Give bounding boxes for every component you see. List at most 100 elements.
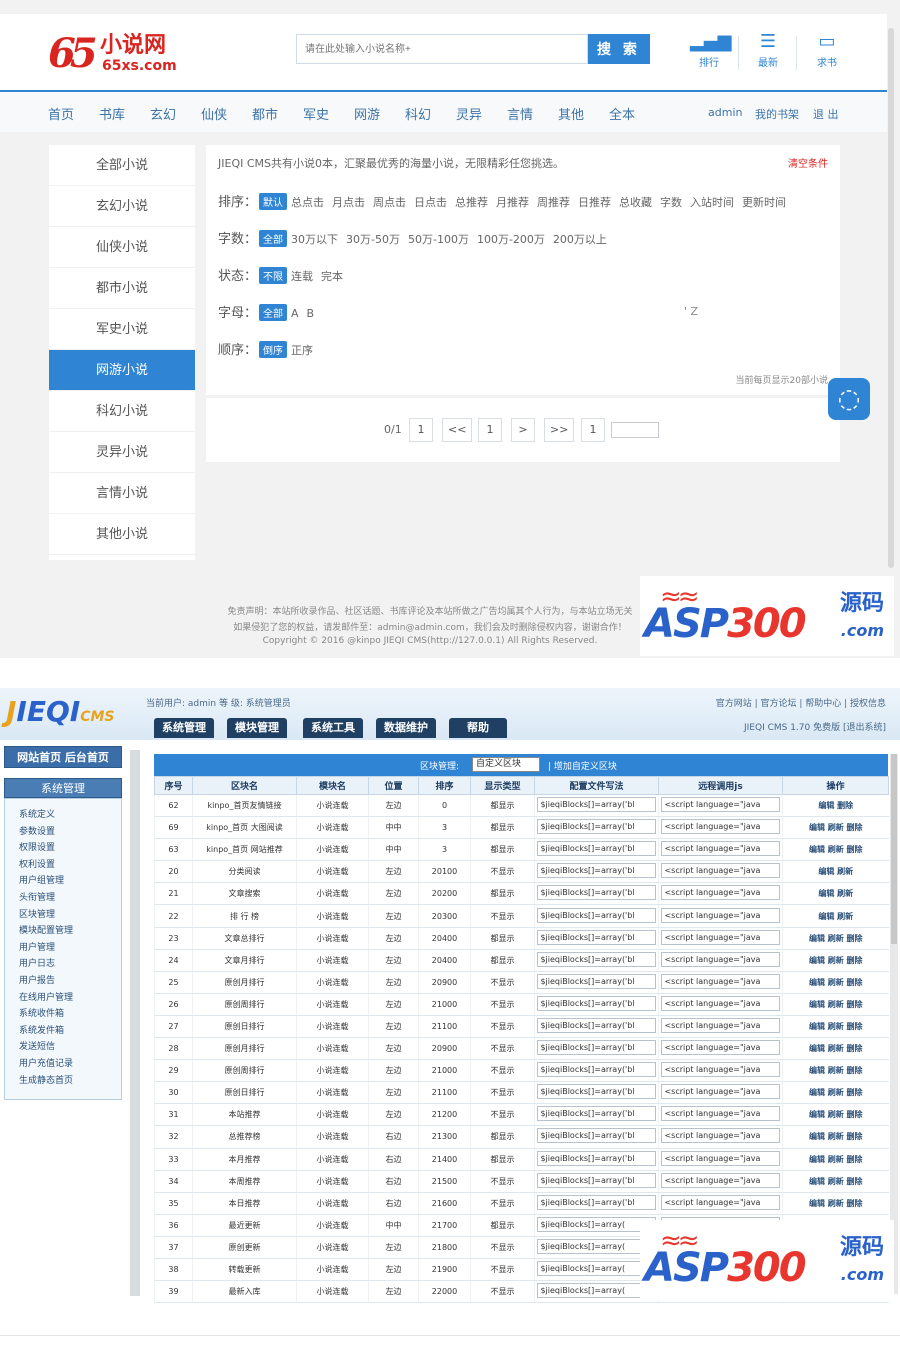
category-item[interactable]: 全部小说 — [49, 145, 195, 186]
remote-js-field[interactable]: <script language="java — [661, 797, 780, 813]
row-actions[interactable]: 编辑 刷新 删除 — [809, 823, 863, 832]
site-logo[interactable]: 65 小说网 65xs.com — [48, 32, 188, 76]
filter-option[interactable]: 完本 — [321, 270, 343, 283]
row-actions[interactable]: 编辑 刷新 — [818, 889, 853, 898]
header-rank-link[interactable]: ▂▄▆ 排行 — [690, 30, 732, 74]
filter-option[interactable]: 日点击 — [414, 196, 447, 209]
block-type-select[interactable]: 自定义区块 — [472, 757, 540, 772]
filter-option[interactable]: 正序 — [291, 344, 313, 357]
nav-library[interactable]: 书库 — [99, 104, 125, 123]
category-item-active[interactable]: 网游小说 — [49, 350, 195, 391]
remote-js-field[interactable]: <script language="java — [661, 1128, 780, 1144]
category-item[interactable]: 仙侠小说 — [49, 227, 195, 268]
row-actions[interactable]: 编辑 刷新 删除 — [809, 1177, 863, 1186]
nav-xuanhuan[interactable]: 玄幻 — [150, 104, 176, 123]
filter-option[interactable]: 30万以下 — [291, 233, 338, 246]
row-actions[interactable]: 编辑 刷新 删除 — [809, 1132, 863, 1141]
tab-help[interactable]: 帮助 — [449, 718, 507, 738]
config-code-field[interactable]: $jieqiBlocks[]=array('bl — [537, 863, 656, 879]
nav-kehuan[interactable]: 科幻 — [405, 104, 431, 123]
nav-logout[interactable]: 退 出 — [813, 106, 839, 122]
nav-user[interactable]: admin — [708, 106, 742, 119]
remote-js-field[interactable]: <script language="java — [661, 929, 780, 945]
left-menu-item[interactable]: 用户管理 — [19, 940, 55, 953]
remote-js-field[interactable]: <script language="java — [661, 1150, 780, 1166]
row-actions[interactable]: 编辑 删除 — [818, 801, 853, 810]
row-actions[interactable]: 编辑 刷新 删除 — [809, 1022, 863, 1031]
filter-option[interactable]: 月推荐 — [496, 196, 529, 209]
filter-option[interactable]: 更新时间 — [742, 196, 786, 209]
remote-js-field[interactable]: <script language="java — [661, 973, 780, 989]
filter-option[interactable]: 周推荐 — [537, 196, 570, 209]
remote-js-field[interactable]: <script language="java — [661, 951, 780, 967]
config-code-field[interactable]: $jieqiBlocks[]=array('bl — [537, 973, 656, 989]
left-menu-item[interactable]: 用户报告 — [19, 973, 55, 986]
nav-other[interactable]: 其他 — [558, 104, 584, 123]
filter-option[interactable]: 日推荐 — [578, 196, 611, 209]
tab-modules[interactable]: 模块管理 — [227, 718, 287, 738]
remote-js-field[interactable]: <script language="java — [661, 819, 780, 835]
config-code-field[interactable]: $jieqiBlocks[]=array('bl — [537, 1062, 656, 1078]
config-code-field[interactable]: $jieqiBlocks[]=array('bl — [537, 885, 656, 901]
row-actions[interactable]: 编辑 刷新 删除 — [809, 934, 863, 943]
nav-wangyou[interactable]: 网游 — [354, 104, 380, 123]
row-actions[interactable]: 编辑 刷新 删除 — [809, 1110, 863, 1119]
left-menu-item[interactable]: 发送短信 — [19, 1039, 55, 1052]
nav-dushi[interactable]: 都市 — [252, 104, 278, 123]
config-code-field[interactable]: $jieqiBlocks[]=array('bl — [537, 1040, 656, 1056]
row-actions[interactable]: 编辑 刷新 删除 — [809, 1155, 863, 1164]
remote-js-field[interactable]: <script language="java — [661, 1172, 780, 1188]
config-code-field[interactable]: $jieqiBlocks[]=array('bl — [537, 841, 656, 857]
scrollbar[interactable] — [890, 754, 898, 1294]
left-top-links[interactable]: 网站首页 后台首页 — [4, 746, 122, 768]
filter-option[interactable]: 周点击 — [373, 196, 406, 209]
filter-option[interactable]: 总点击 — [291, 196, 324, 209]
category-item[interactable]: 灵异小说 — [49, 432, 195, 473]
left-menu-item[interactable]: 生成静态首页 — [19, 1073, 73, 1086]
left-group-header[interactable]: 系统管理 — [4, 778, 122, 798]
config-code-field[interactable]: $jieqiBlocks[]=array('bl — [537, 1172, 656, 1188]
frame-splitter[interactable] — [130, 750, 140, 1296]
nav-lingyi[interactable]: 灵异 — [456, 104, 482, 123]
row-actions[interactable]: 编辑 刷新 删除 — [809, 978, 863, 987]
row-actions[interactable]: 编辑 刷新 — [818, 867, 853, 876]
row-actions[interactable]: 编辑 刷新 删除 — [809, 1088, 863, 1097]
remote-js-field[interactable]: <script language="java — [661, 1084, 780, 1100]
admin-links[interactable]: 官方网站 | 官方论坛 | 帮助中心 | 授权信息 — [716, 696, 886, 709]
filter-option[interactable]: 50万-100万 — [408, 233, 469, 246]
config-code-field[interactable]: $jieqiBlocks[]=array('bl — [537, 819, 656, 835]
category-item[interactable]: 军史小说 — [49, 309, 195, 350]
filter-selected[interactable]: 全部 — [259, 230, 288, 247]
left-menu-item[interactable]: 权限设置 — [19, 840, 55, 853]
search-input[interactable] — [296, 34, 588, 64]
left-menu-item[interactable]: 用户日志 — [19, 956, 55, 969]
config-code-field[interactable]: $jieqiBlocks[]=array( — [537, 1216, 656, 1232]
last-page-button[interactable]: >> — [544, 418, 575, 442]
scrollbar[interactable] — [888, 28, 894, 568]
filter-option[interactable]: B — [307, 307, 315, 320]
left-menu-item[interactable]: 系统收件箱 — [19, 1006, 64, 1019]
filter-option[interactable]: 总收藏 — [619, 196, 652, 209]
config-code-field[interactable]: $jieqiBlocks[]=array( — [537, 1238, 656, 1254]
config-code-field[interactable]: $jieqiBlocks[]=array('bl — [537, 1084, 656, 1100]
nav-junshi[interactable]: 军史 — [303, 104, 329, 123]
goto-page-button[interactable]: 1 — [581, 418, 605, 442]
category-item[interactable]: 都市小说 — [49, 268, 195, 309]
row-actions[interactable]: 编辑 刷新 删除 — [809, 1066, 863, 1075]
tab-system[interactable]: 系统管理 — [154, 718, 214, 738]
tab-tools[interactable]: 系统工具 — [303, 718, 363, 738]
letter-z-option[interactable]: ' Z — [684, 305, 698, 318]
category-item[interactable]: 玄幻小说 — [49, 186, 195, 227]
nav-home[interactable]: 首页 — [48, 104, 74, 123]
row-actions[interactable]: 编辑 刷新 删除 — [809, 1199, 863, 1208]
row-actions[interactable]: 编辑 刷新 — [818, 912, 853, 921]
filter-option[interactable]: 月点击 — [332, 196, 365, 209]
left-menu-item[interactable]: 头衔管理 — [19, 890, 55, 903]
remote-js-field[interactable]: <script language="java — [661, 907, 780, 923]
filter-option[interactable]: 200万以上 — [553, 233, 607, 246]
config-code-field[interactable]: $jieqiBlocks[]=array('bl — [537, 797, 656, 813]
category-item[interactable]: 其他小说 — [49, 514, 195, 555]
first-page-button[interactable]: << — [442, 418, 473, 442]
config-code-field[interactable]: $jieqiBlocks[]=array('bl — [537, 995, 656, 1011]
left-menu-item[interactable]: 权利设置 — [19, 857, 55, 870]
